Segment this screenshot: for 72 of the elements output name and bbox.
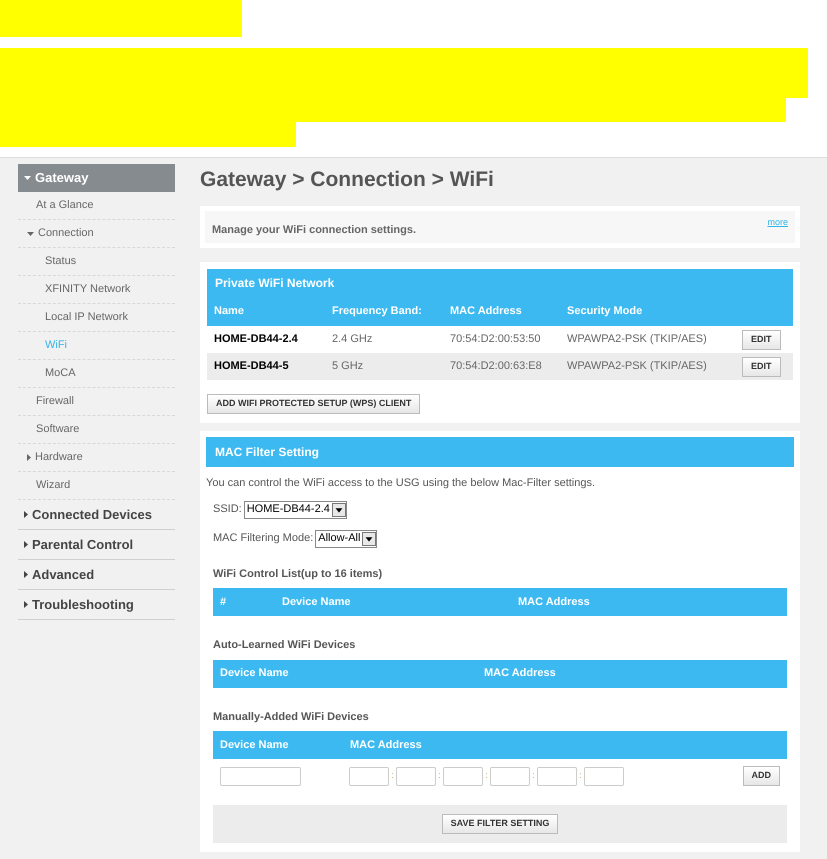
column-header: Frequency Band: [332,304,423,320]
caret-right-icon [27,454,31,461]
separator: : [531,769,536,782]
filter-mode-label: MAC Filtering Mode: [213,531,314,546]
separator: : [578,769,583,782]
ssid-label: SSID: [213,502,242,518]
sidebar-item[interactable]: Gateway [18,164,175,192]
mac-octet-field[interactable] [537,766,577,786]
sidebar-item[interactable]: Connected Devices [18,500,175,530]
section-title: MAC Filter Setting [206,437,794,467]
sidebar-item[interactable]: MoCA [18,360,175,388]
dropdown[interactable]: Allow-All [315,530,378,548]
caret-down-icon [24,176,31,180]
network-name: HOME-DB44-5 [214,359,290,374]
device-name-field[interactable] [220,766,301,786]
sidebar-item[interactable]: Troubleshooting [18,590,175,620]
band-label: 2.4 GHz [332,332,374,348]
description: You can control the WiFi access to the USG using the below Mac-Filter settings. [206,476,596,491]
caret-down-icon [362,532,376,546]
separator: : [390,769,395,782]
intro-text: Manage your WiFi connection settings. [212,223,416,238]
list-title: Auto-Learned WiFi Devices [213,638,356,653]
column-header: Security Mode [567,304,644,320]
mac-octet-field[interactable] [349,766,389,786]
list-title: Manually-Added WiFi Devices [213,710,370,724]
column-header: Name [214,304,245,320]
edit-button[interactable]: EDIT [742,356,781,376]
sidebar-item[interactable]: Status [18,248,175,276]
add-button[interactable]: ADD [742,766,780,786]
caret-down-icon [332,502,346,516]
sidebar-item[interactable]: Local IP Network [18,304,175,332]
sidebar-item[interactable]: Wizard [18,472,175,500]
column-header: MAC Address [484,666,556,682]
security-mode: WPAWPA2-PSK (TKIP/AES) [567,359,708,374]
band-label: 5 GHz [332,359,364,374]
separator: : [484,769,489,782]
sidebar-item[interactable]: Parental Control [18,530,175,560]
column-header: MAC Address [450,304,523,320]
mac-octet-field[interactable] [443,766,483,786]
caret-right-icon [24,571,28,578]
mac-octet-field[interactable] [584,766,624,786]
network-name: HOME-DB44-2.4 [214,332,299,348]
sidebar-item[interactable]: At a Glance [18,192,175,220]
column-header: Device Name [220,738,290,753]
save-filter-button[interactable]: SAVE FILTER SETTING [442,814,558,834]
column-header: Device Name [282,594,352,610]
caret-down-icon [27,232,34,236]
sidebar-item[interactable]: Firewall [18,388,175,416]
page-title: Gateway > Connection > WiFi [200,167,495,193]
security-mode: WPAWPA2-PSK (TKIP/AES) [567,332,708,348]
column-header: # [220,594,228,610]
column-header: MAC Address [350,738,422,753]
sidebar-item[interactable]: Advanced [18,560,175,590]
separator: : [437,769,442,782]
sidebar-item[interactable]: Software [18,416,175,444]
caret-right-icon [24,601,28,608]
caret-right-icon [24,541,28,548]
column-header: MAC Address [518,594,590,610]
mac-octet-field[interactable] [490,766,530,786]
sidebar-item[interactable]: Connection [18,220,175,248]
dropdown[interactable]: HOME-DB44-2.4 [244,500,347,518]
column-header: Device Name [220,666,290,682]
caret-right-icon [24,511,28,518]
mac-address: 70:54:D2:00:63:E8 [450,359,543,374]
add-wps-client-button[interactable]: ADD WIFI PROTECTED SETUP (WPS) CLIENT [207,394,420,414]
section-title: Private WiFi Network [214,275,336,292]
sidebar-item[interactable]: Hardware [18,444,175,472]
mac-address: 70:54:D2:00:53:50 [450,332,542,348]
list-title: WiFi Control List(up to 16 items) [213,566,384,582]
edit-button[interactable]: EDIT [742,330,781,350]
mac-octet-field[interactable] [396,766,436,786]
sidebar-item[interactable]: XFINITY Network [18,276,175,304]
